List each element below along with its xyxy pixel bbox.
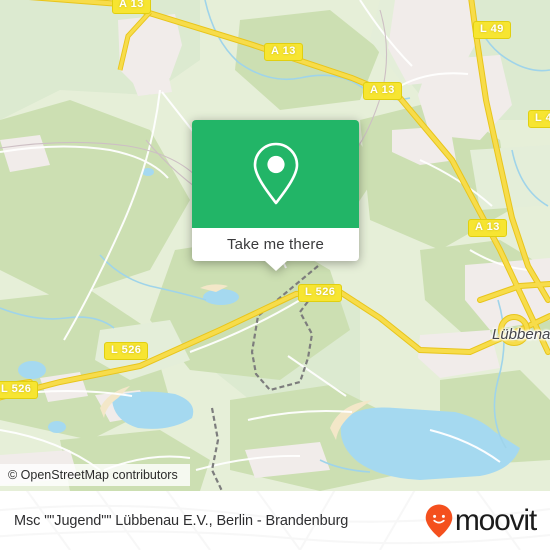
moovit-brand[interactable]: moovit	[424, 503, 537, 539]
place-label-lubbenau: Lübbenau	[492, 326, 550, 343]
callout-footer[interactable]: Take me there	[192, 228, 359, 271]
osm-attribution[interactable]: © OpenStreetMap contributors	[0, 464, 190, 486]
location-title: Msc ""Jugend"" Lübbenau E.V., Berlin - B…	[14, 512, 349, 529]
map-canvas[interactable]: A 13 A 13 A 13 A 13 L 49 L 49 L 526 L 52…	[0, 0, 550, 491]
road-shield: L 49	[473, 21, 511, 39]
road-shield: A 13	[468, 219, 507, 237]
callout-tail	[264, 261, 287, 271]
road-shield: L 526	[104, 342, 149, 360]
moovit-wordmark: moovit	[454, 503, 537, 537]
road-shield: L 49	[528, 110, 550, 128]
road-shield: A 13	[264, 43, 303, 61]
callout-header	[192, 120, 359, 228]
road-shield: A 13	[112, 0, 151, 14]
location-callout-card[interactable]: Take me there	[192, 120, 359, 271]
moovit-smiley-pin-icon	[425, 504, 453, 538]
page-footer: Msc ""Jugend"" Lübbenau E.V., Berlin - B…	[0, 491, 550, 550]
road-shield: L 526	[0, 381, 39, 399]
road-shield: L 526	[298, 284, 343, 302]
road-shield: A 13	[363, 82, 402, 100]
take-me-there-label: Take me there	[227, 236, 324, 253]
map-pin-icon	[253, 142, 298, 205]
